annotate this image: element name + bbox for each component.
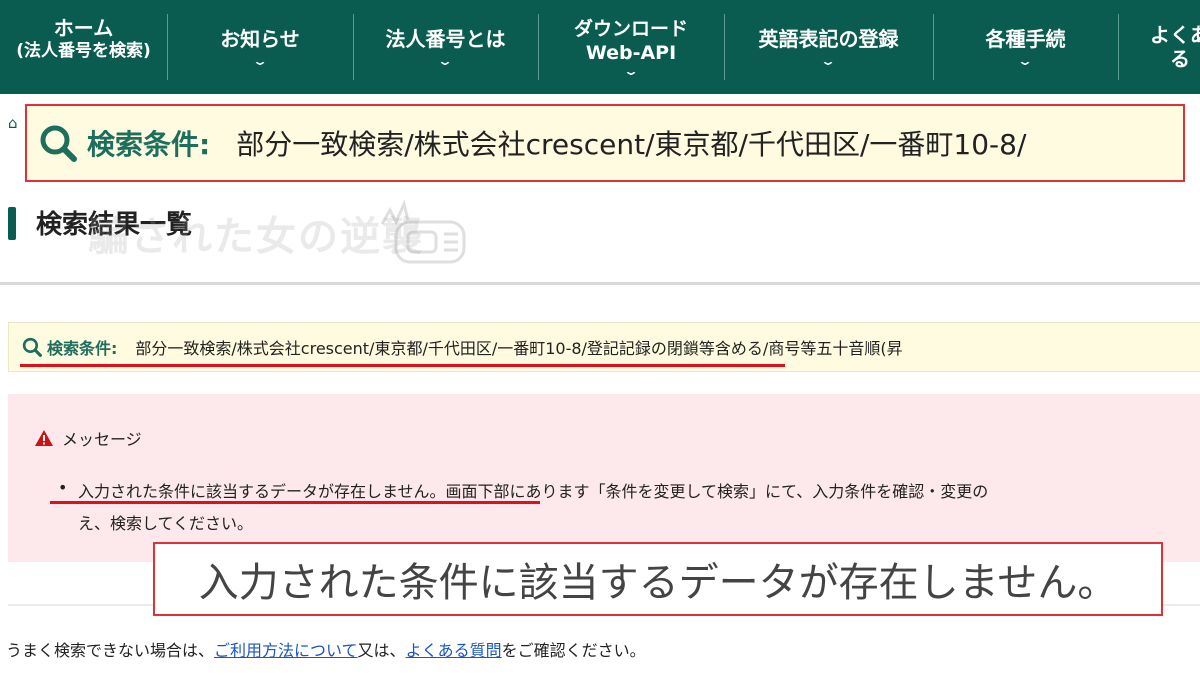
- search-condition-zoom-label: 検索条件:: [87, 128, 211, 161]
- magnifier-icon: [40, 125, 77, 162]
- nav-item-faq-label: よくある: [1150, 23, 1200, 71]
- help-text: うまく検索できない場合は、ご利用方法について又は、よくある質問をご確認ください。: [6, 637, 646, 661]
- nav-item-download-label: ダウンロード: [573, 18, 688, 40]
- chevron-down-icon: ⌄: [820, 54, 837, 68]
- heading-accent-bar: [8, 207, 16, 240]
- global-nav: ホーム (法人番号を検索) お知らせ ⌄ 法人番号とは ⌄ ダウンロード Web…: [0, 0, 1200, 94]
- help-text-suffix: をご確認ください。: [501, 641, 646, 660]
- nav-item-faq[interactable]: よくある: [1118, 0, 1200, 94]
- message-zoom: 入力された条件に該当するデータが存在しません。: [153, 542, 1163, 616]
- nav-item-home[interactable]: ホーム (法人番号を検索): [0, 0, 167, 94]
- help-text-middle: 又は、: [357, 641, 406, 660]
- search-condition-zoom: 検索条件: 部分一致検索/株式会社crescent/東京都/千代田区/一番町10…: [25, 104, 1185, 182]
- nav-item-home-sublabel: (法人番号を検索): [16, 41, 151, 61]
- nav-item-download-sublabel: Web-API: [585, 42, 677, 64]
- nav-item-news-label: お知らせ: [220, 27, 300, 51]
- nav-item-procedures-label: 各種手続: [985, 27, 1066, 51]
- section-divider: [0, 282, 1200, 285]
- bullet-icon: •: [58, 478, 68, 497]
- message-title-text: メッセージ: [62, 430, 142, 449]
- chevron-down-icon: ⌄: [251, 54, 269, 68]
- nav-item-download[interactable]: ダウンロード Web-API ⌄: [538, 0, 724, 94]
- warning-icon: [35, 430, 53, 446]
- chevron-down-icon: ⌄: [622, 64, 640, 78]
- nav-item-home-label: ホーム: [53, 16, 114, 40]
- home-icon[interactable]: ⌂: [8, 114, 18, 132]
- magnifier-icon: [22, 337, 42, 357]
- search-condition-value: 部分一致検索/株式会社crescent/東京都/千代田区/一番町10-8/登記記…: [135, 339, 903, 358]
- faq-link[interactable]: よくある質問: [406, 641, 502, 660]
- watermark-logo-icon: [380, 199, 466, 264]
- message-text-line1: 入力された条件に該当するデータが存在しません。画面下部にあります「条件を変更して…: [78, 482, 989, 501]
- red-underline: [20, 364, 785, 367]
- nav-item-procedures[interactable]: 各種手続 ⌄: [933, 0, 1118, 94]
- red-underline: [50, 501, 540, 504]
- nav-item-english[interactable]: 英語表記の登録 ⌄: [724, 0, 933, 94]
- chevron-down-icon: ⌄: [1017, 54, 1034, 68]
- nav-item-english-label: 英語表記の登録: [758, 27, 899, 51]
- message-text-line2: え、検索してください。: [78, 514, 254, 533]
- nav-item-about-label: 法人番号とは: [385, 27, 506, 51]
- search-condition-label: 検索条件:: [47, 339, 118, 358]
- search-condition-zoom-value: 部分一致検索/株式会社crescent/東京都/千代田区/一番町10-8/: [236, 128, 1027, 161]
- chevron-down-icon: ⌄: [437, 54, 454, 68]
- nav-item-about[interactable]: 法人番号とは ⌄: [353, 0, 538, 94]
- usage-guide-link[interactable]: ご利用方法について: [214, 641, 358, 660]
- nav-item-news[interactable]: お知らせ ⌄: [167, 0, 353, 94]
- help-text-prefix: うまく検索できない場合は、: [6, 641, 215, 660]
- message-title: メッセージ: [34, 426, 142, 450]
